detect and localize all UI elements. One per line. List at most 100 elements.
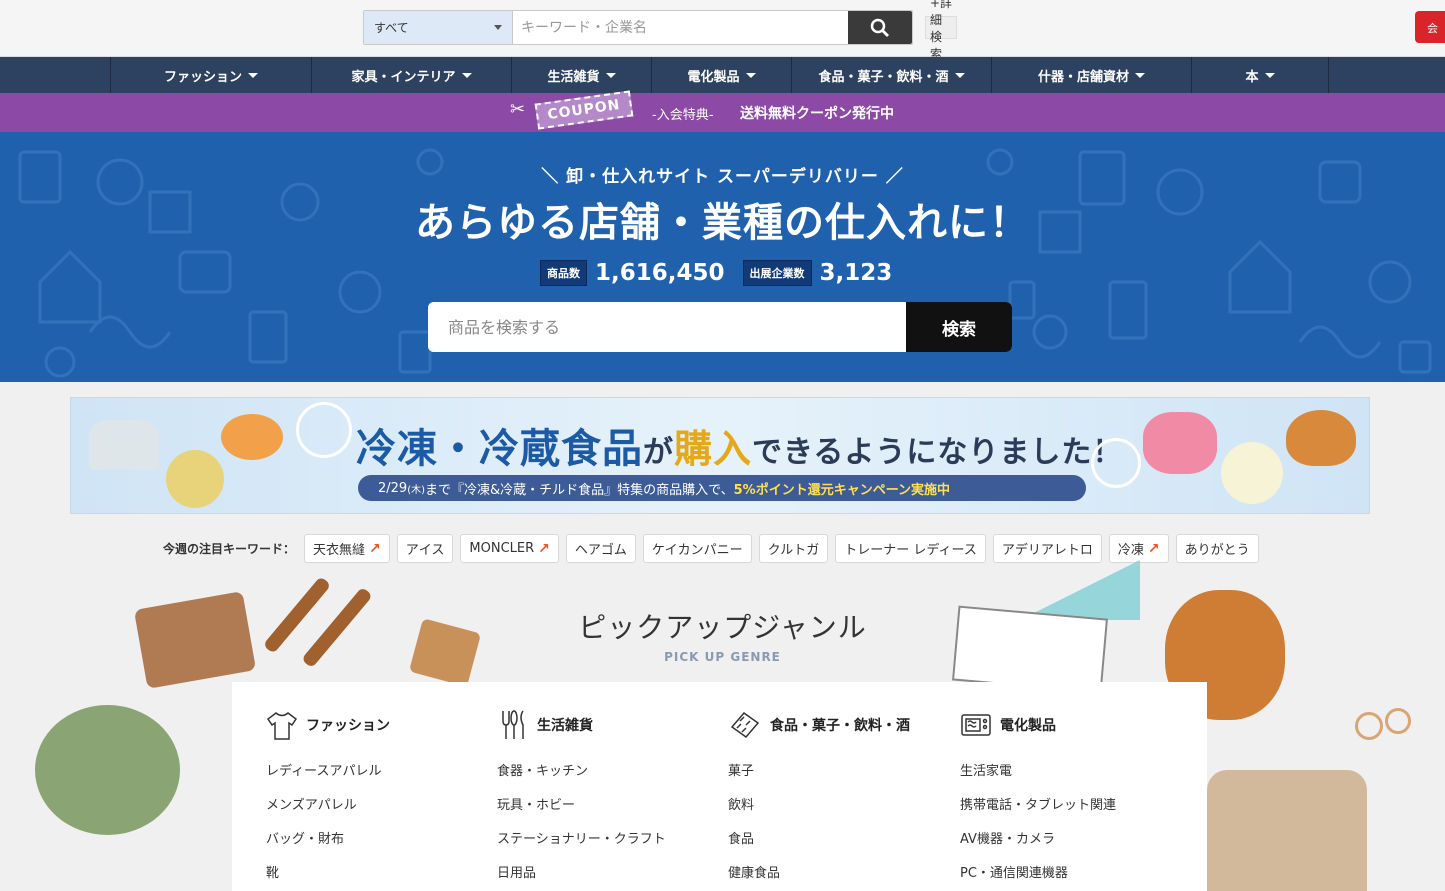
scissors-icon: ✂	[510, 99, 526, 120]
succulent-image	[35, 705, 180, 835]
chevron-down-icon	[954, 72, 965, 78]
genre-heading[interactable]: 食品・菓子・飲料・酒	[728, 708, 910, 742]
genre-link[interactable]: バッグ・財布	[266, 820, 390, 854]
ice-cream-image	[1221, 442, 1283, 504]
keyword-text: アデリアレトロ	[1001, 543, 1093, 558]
genre-link[interactable]: 生活家電	[960, 752, 1116, 786]
hero-search-button[interactable]: 検索	[906, 302, 1012, 352]
coupon-message: 送料無料クーポン発行中	[740, 106, 894, 122]
genre-link[interactable]: 携帯電話・タブレット関連	[960, 786, 1116, 820]
nav-item-furniture[interactable]: 家具・インテリア	[312, 57, 512, 93]
banner-title-main: 冷凍・冷蔵食品	[356, 426, 643, 472]
stat-label-products: 商品数	[540, 260, 587, 286]
frozen-food-banner[interactable]: 冷凍・冷蔵食品が購入できるようになりました！ 2/29 (木) まで『冷凍&冷蔵・チ…	[70, 397, 1370, 514]
banner-strip-highlight: 5%ポイント還元キャンペーン実施中	[733, 482, 951, 498]
keyword-chip[interactable]: 天衣無縫 ↗	[304, 534, 390, 563]
genre-heading[interactable]: ファッション	[266, 708, 390, 742]
genre-heading[interactable]: 生活雑貨	[497, 708, 666, 742]
keyword-text: 天衣無縫	[313, 543, 366, 558]
banner-title-particle: が	[643, 435, 674, 470]
keyword-chip[interactable]: アイス	[396, 534, 454, 563]
keyword-chip[interactable]: トレーナー レディース	[835, 534, 986, 563]
dessert-cup-image	[166, 450, 224, 508]
chevron-down-icon	[248, 72, 258, 78]
stat-value-companies: 3,123	[819, 260, 893, 286]
stat-label-companies: 出展企業数	[742, 260, 812, 286]
banner-campaign-strip: 2/29 (木) まで『冷凍&冷蔵・チルド食品』特集の商品購入で、 5%ポイント還元キ…	[358, 475, 1086, 501]
keyword-text: ありがとう	[1184, 543, 1250, 558]
header-search: すべて +詳細検索	[363, 0, 958, 61]
genre-column-electronics: 電化製品 生活家電 携帯電話・タブレット関連 AV機器・カメラ PC・通信関連機…	[960, 708, 1116, 888]
genre-link[interactable]: 靴	[266, 854, 390, 888]
orange-jelly-image	[221, 414, 283, 460]
cutlery-icon	[502, 710, 524, 739]
genre-column-goods: 生活雑貨 食器・キッチン 玩具・ホビー ステーショナリー・クラフト 日用品	[497, 708, 666, 888]
keyword-chip[interactable]: MONCLER ↗	[460, 534, 559, 563]
genre-link[interactable]: レディースアパレル	[266, 752, 390, 786]
keyword-text: ヘアゴム	[574, 543, 627, 558]
banner-title-highlight: 購入	[674, 427, 753, 471]
chevron-down-icon	[461, 72, 472, 78]
nav-item-goods[interactable]: 生活雑貨	[512, 57, 652, 93]
coupon-tag: COUPON	[534, 90, 634, 130]
shirt-image	[1207, 770, 1367, 891]
coupon-bar[interactable]: ✂ COUPON -入会特典- 送料無料クーポン発行中	[0, 90, 1445, 132]
nav-label: ファッション	[163, 69, 242, 85]
genre-link[interactable]: AV機器・カメラ	[960, 820, 1116, 854]
hero-stats: 商品数 1,616,450 出展企業数 3,123	[540, 260, 910, 286]
keyword-input[interactable]	[513, 11, 848, 44]
nav-label: 電化製品	[687, 69, 740, 85]
genre-link[interactable]: 食品	[728, 820, 910, 854]
keyword-chip[interactable]: ケイカンパニー	[642, 534, 752, 563]
nav-item-food[interactable]: 食品・菓子・飲料・酒	[792, 57, 992, 93]
hero-subtitle-text: 卸・仕入れサイト スーパーデリバリー	[566, 167, 879, 187]
nav-item-fashion[interactable]: ファッション	[111, 57, 312, 93]
search-icon	[870, 18, 889, 37]
genre-link[interactable]: PC・通信関連機器	[960, 854, 1116, 888]
keyword-text: MONCLER	[469, 541, 535, 556]
trend-up-icon: ↗	[1147, 540, 1160, 557]
genre-link[interactable]: 健康食品	[728, 854, 910, 888]
hero-title: あらゆる店舗・業種の仕入れに！	[415, 200, 1030, 246]
keyword-chip[interactable]: クルトガ	[758, 534, 829, 563]
keyword-chip[interactable]: アデリアレトロ	[992, 534, 1102, 563]
nav-label: 生活雑貨	[547, 69, 600, 85]
keyword-chip[interactable]: 冷凍 ↗	[1108, 534, 1169, 563]
shirt-icon	[266, 712, 298, 740]
pickup-subtitle: PICK UP GENRE	[664, 650, 781, 664]
keyword-text: 冷凍	[1117, 543, 1144, 558]
nav-item-fixtures[interactable]: 什器・店舗資材	[992, 57, 1192, 93]
hero-search-input[interactable]	[428, 302, 906, 352]
ring-image	[1385, 708, 1411, 734]
ring-image	[1355, 712, 1383, 740]
keyword-text: トレーナー レディース	[844, 543, 977, 558]
genre-link[interactable]: 日用品	[497, 854, 666, 888]
keyword-text: アイス	[405, 543, 445, 558]
genre-link[interactable]: 食器・キッチン	[497, 752, 666, 786]
nav-item-books[interactable]: 本	[1192, 57, 1329, 93]
keyword-chip[interactable]: ヘアゴム	[565, 534, 636, 563]
header-search-button[interactable]	[848, 11, 912, 44]
advanced-search-button[interactable]: +詳細検索	[925, 0, 958, 61]
keywords-label: 今週の注目キーワード：	[163, 542, 296, 556]
genre-link[interactable]: 飲料	[728, 786, 910, 820]
genre-heading[interactable]: 電化製品	[960, 708, 1116, 742]
genre-link[interactable]: メンズアパレル	[266, 786, 390, 820]
pickup-title: ピックアップジャンル	[578, 611, 867, 644]
chevron-down-icon	[605, 72, 616, 78]
trend-up-icon: ↗	[538, 540, 550, 557]
snowflake-image	[296, 402, 352, 458]
top-header: すべて +詳細検索 会	[0, 0, 1445, 61]
coupon-lead: -入会特典-	[652, 108, 714, 123]
banner-date: 2/29	[378, 480, 408, 496]
signup-button[interactable]: 会	[1415, 11, 1445, 43]
genre-link[interactable]: ステーショナリー・クラフト	[497, 820, 666, 854]
category-select[interactable]: すべて	[364, 11, 513, 44]
chevron-down-icon	[1264, 72, 1275, 78]
keyword-chip[interactable]: ありがとう	[1175, 534, 1259, 563]
genre-link[interactable]: 玩具・ホビー	[497, 786, 666, 820]
nav-item-electronics[interactable]: 電化製品	[652, 57, 792, 93]
banner-strip-text: まで『冷凍&冷蔵・チルド食品』特集の商品購入で、	[425, 482, 734, 498]
keyword-text: ケイカンパニー	[651, 543, 743, 558]
genre-link[interactable]: 菓子	[728, 752, 910, 786]
